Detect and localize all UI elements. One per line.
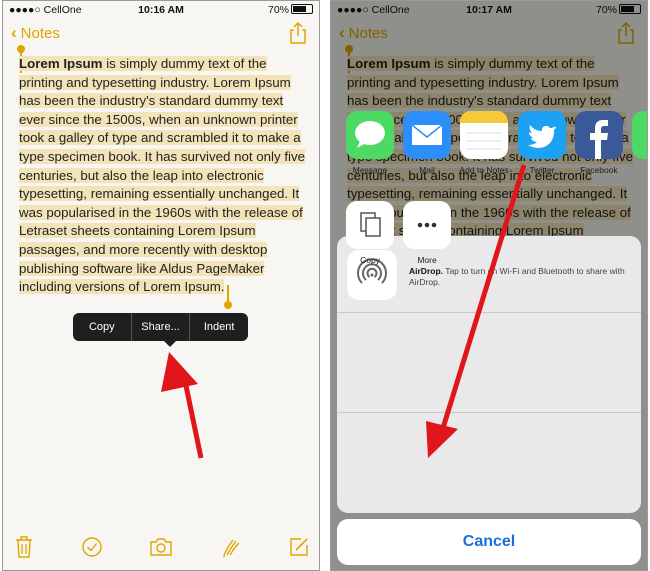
- airdrop-description: AirDrop. Tap to turn on Wi-Fi and Blueto…: [409, 266, 625, 287]
- share-app-label: Facebook: [580, 165, 618, 175]
- twitter-icon: [518, 111, 566, 159]
- note-text[interactable]: Lorem Ipsum is simply dummy text of the …: [19, 55, 307, 297]
- notes-share-screen: ●●●●○ CellOne 10:17 AM 70% ‹ Notes Lorem …: [330, 0, 648, 571]
- checkmark-icon[interactable]: [81, 536, 103, 558]
- bottom-toolbar: [3, 536, 319, 560]
- battery-indicator: 70%: [268, 4, 313, 16]
- status-bar: ●●●●○ CellOne 10:16 AM 70%: [3, 1, 319, 19]
- share-action-more[interactable]: More: [397, 201, 457, 265]
- selection-end-handle[interactable]: [224, 301, 232, 309]
- cancel-button[interactable]: Cancel: [337, 519, 641, 565]
- share-app-facebook[interactable]: Facebook: [569, 111, 629, 175]
- share-app-label: Wh: [626, 165, 647, 175]
- share-app-label: Add to Notes: [459, 165, 509, 175]
- compose-icon[interactable]: [288, 536, 310, 558]
- copy-icon: [346, 201, 394, 249]
- trash-icon[interactable]: [15, 536, 33, 558]
- battery-icon: [291, 4, 313, 14]
- share-menu-item[interactable]: Share...: [130, 313, 190, 341]
- notes-icon: [460, 111, 508, 159]
- note-bold-lead: Lorem Ipsum: [19, 56, 103, 71]
- facebook-icon: [575, 111, 623, 159]
- more-icon: [403, 201, 451, 249]
- share-apps-row: [337, 312, 641, 413]
- share-app-twitter[interactable]: Twitter: [512, 111, 572, 175]
- share-app-label: Message: [352, 165, 388, 175]
- note-body: is simply dummy text of the printing and…: [19, 56, 306, 295]
- edit-menu-pointer: [163, 340, 177, 347]
- share-app-label: Mail: [419, 165, 435, 175]
- share-app-label: Twitter: [529, 165, 555, 175]
- back-button[interactable]: ‹ Notes: [11, 23, 60, 43]
- chevron-left-icon: ‹: [11, 23, 17, 42]
- share-icon[interactable]: [289, 21, 307, 45]
- notes-screen: ●●●●○ CellOne 10:16 AM 70% ‹ Notes Lorem …: [2, 0, 320, 571]
- nav-bar: ‹ Notes: [3, 21, 319, 49]
- share-sheet: AirDrop. Tap to turn on Wi-Fi and Blueto…: [337, 236, 641, 513]
- messages-icon: [346, 111, 394, 159]
- indent-menu-item[interactable]: Indent: [189, 313, 248, 341]
- share-app-message[interactable]: Message: [340, 111, 400, 175]
- share-action-label: Copy: [360, 255, 380, 265]
- mail-icon: [403, 111, 451, 159]
- copy-menu-item[interactable]: Copy: [73, 313, 131, 341]
- share-action-copy[interactable]: Copy: [340, 201, 400, 265]
- share-action-label: More: [417, 255, 437, 265]
- share-app-whatsapp[interactable]: Wh: [626, 111, 647, 175]
- camera-icon[interactable]: [149, 536, 173, 558]
- share-app-notes[interactable]: Add to Notes: [454, 111, 514, 175]
- edit-menu: Copy Share... Indent: [73, 313, 248, 341]
- share-actions-row: [337, 413, 641, 513]
- sketch-icon[interactable]: [221, 536, 243, 558]
- share-app-mail[interactable]: Mail: [397, 111, 457, 175]
- whatsapp-icon: [632, 111, 647, 159]
